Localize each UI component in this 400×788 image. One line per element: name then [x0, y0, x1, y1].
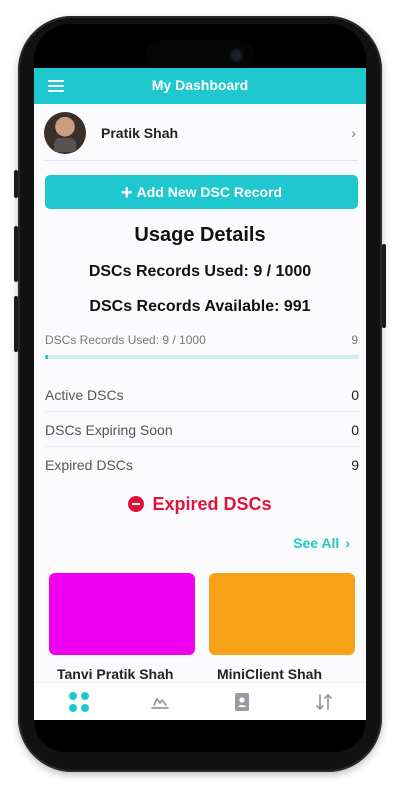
- card-name: Tanvi Pratik Shah: [57, 666, 174, 682]
- usage-progress-bar: [45, 355, 359, 359]
- phone-mute-switch: [14, 170, 18, 198]
- app-screen: My Dashboard Pratik Shah › + Add New DSC …: [34, 68, 366, 720]
- add-dsc-record-label: Add New DSC Record: [136, 184, 283, 200]
- usage-details-heading: Usage Details: [134, 224, 266, 246]
- stat-label: Expired DSCs: [45, 457, 133, 473]
- phone-volume-up: [14, 226, 18, 282]
- camera-icon: [231, 50, 242, 61]
- expired-dsc-card[interactable]: MiniClient Shah: [209, 573, 355, 693]
- phone-power-button: [382, 244, 386, 328]
- card-color-block: [209, 573, 355, 655]
- phone-bottom-bezel: [34, 720, 366, 752]
- expired-dsc-card[interactable]: Tanvi Pratik Shah: [49, 573, 195, 693]
- records-available-text: DSCs Records Available: 991: [89, 298, 311, 315]
- stat-row-active[interactable]: Active DSCs 0: [45, 377, 359, 412]
- phone-volume-down: [14, 296, 18, 352]
- expired-dscs-heading: Expired DSCs: [34, 494, 366, 515]
- plus-icon: +: [120, 182, 133, 204]
- contacts-icon[interactable]: [231, 691, 253, 713]
- stat-label: DSCs Expiring Soon: [45, 422, 173, 438]
- avatar: [44, 112, 86, 154]
- chevron-right-icon: ›: [345, 535, 350, 551]
- minus-circle-icon: [128, 496, 145, 512]
- progress-count: 9: [351, 333, 358, 347]
- stat-row-expiring-soon[interactable]: DSCs Expiring Soon 0: [45, 412, 359, 447]
- stat-value: 0: [351, 422, 359, 438]
- records-used-text: DSCs Records Used: 9 / 1000: [88, 263, 312, 280]
- card-color-block: [49, 573, 195, 655]
- add-dsc-record-button[interactable]: + Add New DSC Record: [45, 175, 358, 209]
- profile-row[interactable]: Pratik Shah ›: [44, 110, 358, 161]
- profile-name: Pratik Shah: [101, 125, 179, 141]
- expired-dscs-label: Expired DSCs: [152, 494, 272, 514]
- card-name: MiniClient Shah: [217, 666, 322, 682]
- progress-label: DSCs Records Used: 9 / 1000: [45, 333, 206, 347]
- stat-row-expired[interactable]: Expired DSCs 9: [45, 447, 359, 481]
- page-title: My Dashboard: [151, 77, 249, 93]
- stat-value: 9: [351, 457, 359, 473]
- stat-label: Active DSCs: [45, 387, 124, 403]
- usage-progress-fill: [45, 355, 48, 359]
- app-header: My Dashboard: [34, 68, 366, 104]
- bottom-tab-bar: [34, 682, 366, 720]
- chevron-right-icon: ›: [351, 125, 356, 141]
- signature-icon[interactable]: [149, 691, 171, 713]
- stat-value: 0: [351, 387, 359, 403]
- sort-icon[interactable]: [313, 691, 335, 713]
- see-all-link[interactable]: See All ›: [293, 535, 350, 551]
- dashboard-grid-icon[interactable]: [68, 691, 90, 713]
- see-all-label: See All: [293, 535, 340, 551]
